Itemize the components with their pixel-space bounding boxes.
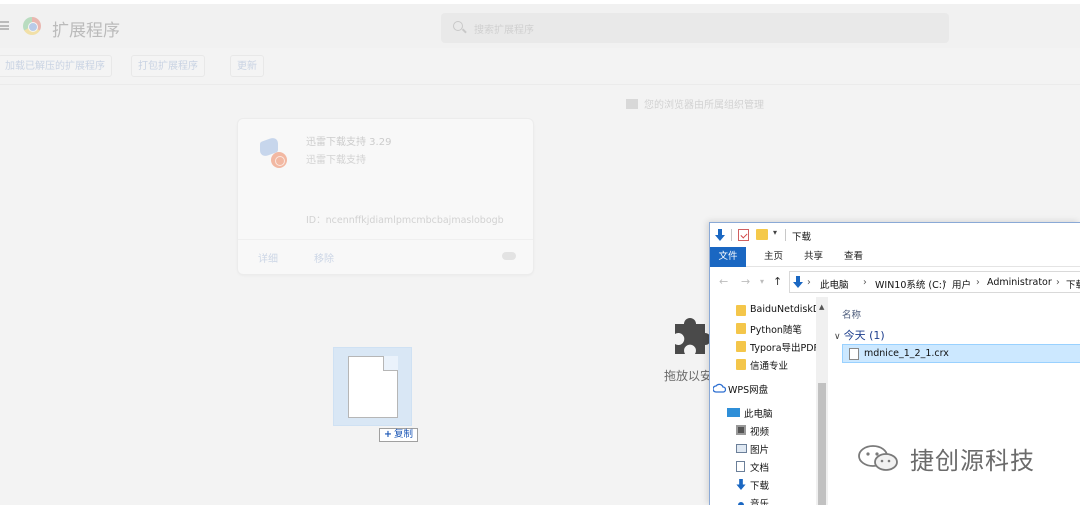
nav-item-label: 信通专业 (750, 361, 789, 372)
file-row[interactable]: mdnice_1_2_1.crx (842, 344, 1080, 363)
copy-plus-icon: + (384, 429, 392, 440)
tab-view[interactable]: 查看 (844, 247, 863, 267)
copy-label: 复制 (393, 429, 413, 440)
properties-icon[interactable] (738, 229, 749, 241)
enable-toggle[interactable] (502, 252, 516, 260)
cloud-icon (713, 383, 726, 393)
folder-icon (736, 305, 746, 316)
nav-item-downloads[interactable]: 下载 (710, 475, 816, 493)
nav-item-typora[interactable]: Typora导出PDF (710, 337, 816, 355)
group-label: 今天 (1) (843, 329, 885, 342)
search-extensions-input[interactable]: 搜索扩展程序 (441, 13, 949, 43)
managed-notice[interactable]: 您的浏览器由所属组织管理 (626, 96, 764, 111)
folder-icon (736, 341, 746, 352)
folder-icon (736, 359, 746, 370)
search-icon (453, 21, 463, 31)
nav-item-baidunetdisk[interactable]: BaiduNetdiskD (710, 301, 816, 319)
update-button[interactable]: 更新 (230, 55, 264, 77)
nav-item-pictures[interactable]: 图片 (710, 439, 816, 457)
scroll-up-icon[interactable]: ▲ (819, 303, 824, 311)
window-title: 下载 (792, 232, 812, 243)
nav-item-label: 此电脑 (744, 409, 773, 420)
chevron-down-icon: ∨ (834, 332, 841, 342)
address-bar-row: ← → ▾ ↑ › 此电脑 › WIN10系统 (C:) › 用户 › Admi… (710, 269, 1080, 295)
extensions-header: 扩展程序 搜索扩展程序 (0, 4, 1080, 48)
up-arrow-icon[interactable]: ↑ (773, 275, 782, 288)
nav-item-documents[interactable]: 文档 (710, 457, 816, 475)
nav-item-label: 音乐 (750, 499, 770, 505)
address-bar[interactable]: › 此电脑 › WIN10系统 (C:) › 用户 › Administrato… (789, 271, 1080, 293)
nav-item-this-pc[interactable]: 此电脑 (710, 403, 816, 421)
building-icon (626, 99, 638, 109)
managed-note-text: 您的浏览器由所属组织管理 (644, 100, 764, 111)
forward-arrow-icon[interactable]: → (741, 275, 750, 288)
nav-item-music[interactable]: 音乐 (710, 493, 816, 505)
nav-item-python[interactable]: Python随笔 (710, 319, 816, 337)
nav-item-label: WPS网盘 (728, 385, 769, 396)
recent-locations-icon[interactable]: ▾ (760, 277, 764, 286)
nav-item-wps-cloud[interactable]: WPS网盘 (710, 379, 816, 397)
breadcrumb-downloads[interactable]: 下载 (1066, 277, 1080, 291)
puzzle-piece-icon (675, 318, 711, 354)
details-button[interactable]: 详细 (258, 250, 278, 265)
nav-item-label: 文档 (750, 463, 770, 474)
column-header-name[interactable]: 名称 (842, 307, 861, 321)
toolbar-divider (0, 84, 1080, 85)
nav-item-label: Typora导出PDF (750, 343, 816, 354)
extensions-toolbar: 加载已解压的扩展程序 打包扩展程序 更新 (0, 55, 1080, 77)
nav-item-label: 下载 (750, 481, 770, 492)
scroll-thumb[interactable] (818, 383, 826, 505)
nav-item-label: Python随笔 (750, 325, 802, 336)
nav-item-video[interactable]: 视频 (710, 421, 816, 439)
extension-card: 迅雷下载支持 3.29 迅雷下载支持 ID：ncennffkjdiamlpmcm… (237, 118, 534, 275)
download-icon (736, 479, 746, 490)
file-icon (849, 348, 859, 360)
extension-description: 迅雷下载支持 (306, 155, 366, 166)
navigation-pane: BaiduNetdiskD Python随笔 Typora导出PDF 信通专业 … (710, 297, 828, 505)
pack-extension-button[interactable]: 打包扩展程序 (131, 55, 205, 77)
wechat-logo-icon (858, 445, 898, 471)
ribbon-tabs: 文件 主页 共享 查看 (710, 247, 1080, 267)
breadcrumb-drive[interactable]: WIN10系统 (C:) (875, 277, 946, 291)
hamburger-menu-icon[interactable] (0, 21, 9, 30)
navigation-scrollbar[interactable]: ▲ (816, 297, 828, 505)
tab-home[interactable]: 主页 (764, 247, 783, 267)
customize-toolbar-icon[interactable]: ▾ (773, 228, 777, 237)
file-icon (348, 356, 398, 418)
new-folder-icon[interactable] (756, 229, 768, 240)
folder-icon (736, 323, 746, 334)
tab-file[interactable]: 文件 (710, 247, 746, 267)
explorer-title-bar[interactable]: ▾ 下载 (710, 223, 1080, 247)
picture-icon (736, 444, 747, 453)
file-name: mdnice_1_2_1.crx (864, 348, 949, 359)
tab-share[interactable]: 共享 (804, 247, 823, 267)
page-title: 扩展程序 (52, 21, 120, 41)
search-placeholder: 搜索扩展程序 (474, 25, 534, 36)
thunder-extension-icon (260, 135, 290, 171)
nav-item-xintong[interactable]: 信通专业 (710, 355, 816, 373)
remove-button[interactable]: 移除 (314, 250, 334, 265)
copy-drag-tooltip: + 复制 (379, 428, 418, 442)
breadcrumb-administrator[interactable]: Administrator (987, 277, 1052, 288)
extension-id: ID：ncennffkjdiamlpmcmbcbajmaslobogb (306, 215, 504, 226)
load-unpacked-button[interactable]: 加载已解压的扩展程序 (0, 55, 112, 77)
document-icon (736, 461, 745, 472)
nav-item-label: BaiduNetdiskD (750, 304, 816, 315)
download-arrow-icon[interactable] (715, 229, 725, 241)
downloads-location-icon (793, 276, 803, 288)
watermark-text: 捷创源科技 (910, 447, 1035, 475)
dragged-file-ghost (333, 347, 412, 426)
extension-name: 迅雷下载支持 3.29 (306, 137, 392, 148)
group-header-today[interactable]: ∨ 今天 (1) (834, 327, 885, 343)
breadcrumb-this-pc[interactable]: 此电脑 (820, 277, 849, 291)
back-arrow-icon[interactable]: ← (719, 275, 728, 288)
video-icon (736, 425, 746, 435)
nav-item-label: 图片 (750, 445, 770, 456)
breadcrumb-users[interactable]: 用户 (952, 277, 971, 291)
chrome-logo-icon (23, 17, 41, 35)
computer-icon (727, 408, 740, 417)
nav-item-label: 视频 (750, 427, 770, 438)
drop-to-install-text: 拖放以安 (664, 369, 713, 383)
card-divider (238, 239, 533, 240)
